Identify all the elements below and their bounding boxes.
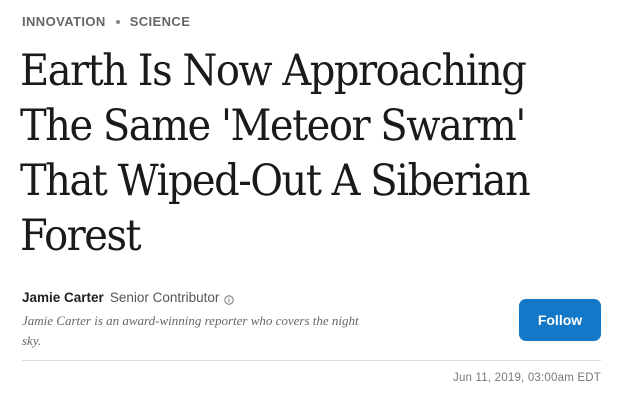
divider xyxy=(22,360,601,361)
article-header: INNOVATION SCIENCE Earth Is Now Approach… xyxy=(0,0,617,401)
author-bio: Jamie Carter is an award-winning reporte… xyxy=(22,313,359,348)
author-name-link[interactable]: Jamie Carter xyxy=(22,290,104,305)
category-innovation-link[interactable]: INNOVATION xyxy=(22,14,106,29)
follow-button[interactable]: Follow xyxy=(519,299,601,341)
breadcrumb: INNOVATION SCIENCE xyxy=(22,14,190,29)
separator-dot xyxy=(115,19,120,24)
author-byline: Jamie Carter Senior Contributor xyxy=(22,290,235,305)
author-role: Senior Contributor xyxy=(109,290,220,305)
article-headline: Earth Is Now Approaching The Same 'Meteo… xyxy=(20,46,531,261)
info-icon[interactable] xyxy=(224,293,235,305)
category-science-link[interactable]: SCIENCE xyxy=(130,14,191,29)
publish-timestamp: Jun 11, 2019, 03:00am EDT xyxy=(453,372,601,384)
